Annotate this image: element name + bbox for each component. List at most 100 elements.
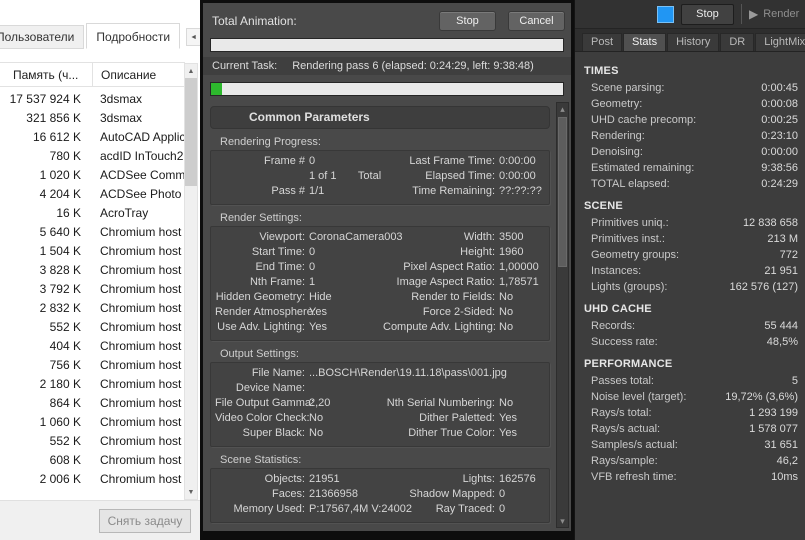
task-manager-footer: Снять задачу [0,500,200,540]
stat-label: Rays/sample: [591,455,658,467]
param-value: No [499,321,514,333]
task-description: Chromium host e [100,452,184,467]
task-description: Chromium host e [100,338,184,353]
scrollbar-up-icon[interactable]: ▲ [188,64,195,78]
tab-details[interactable]: Подробности [86,23,181,49]
column-header-memory[interactable]: Память (ч... [0,63,93,86]
tab-post[interactable]: Post [582,33,623,51]
dialog-scrollbar-thumb[interactable] [558,117,567,267]
param-row: Start Time: 0 Height: 1960 [215,245,543,260]
stat-label: Rendering: [591,130,645,142]
tab-scroll-left-icon[interactable]: ◄ [187,29,200,45]
param-value: No [499,306,514,318]
task-description: Chromium host e [100,243,184,258]
task-row[interactable]: 2 006 K Chromium host e [0,469,184,488]
task-row[interactable]: 1 020 K ACDSee Commar [0,165,184,184]
corona-stop-button[interactable]: Stop [681,3,734,25]
stop-button[interactable]: Stop [439,11,496,31]
tab-stats[interactable]: Stats [623,33,667,51]
param-value: 1,78571 [499,276,539,288]
stat-row: VFB refresh time: 10ms [584,469,798,485]
task-memory: 780 K [49,148,81,163]
tab-lightmix[interactable]: LightMix [755,33,805,51]
param-value: 0:00:00 [499,155,536,167]
task-row[interactable]: 17 537 924 K 3dsmax [0,89,184,108]
task-row[interactable]: 404 K Chromium host e [0,336,184,355]
task-description: ACDSee Commar [100,167,184,182]
stat-label: Primitives inst.: [591,233,665,245]
task-row[interactable]: 608 K Chromium host e [0,450,184,469]
stats-section-title: TIMES [584,65,619,77]
dialog-scrollbar-up-icon[interactable]: ▴ [560,103,565,115]
stat-row: Success rate: 48,5% [584,334,798,350]
stat-value: 10ms [771,471,798,483]
task-row[interactable]: 780 K acdID InTouch2 [0,146,184,165]
stat-value: 19,72% (3,6%) [725,391,798,403]
stat-value: 1 293 199 [749,407,798,419]
param-row: 1 of 1 Total Elapsed Time: 0:00:00 [215,169,543,184]
blue-swatch-icon[interactable] [657,5,674,23]
task-row[interactable]: 16 612 K AutoCAD Applica [0,127,184,146]
task-row[interactable]: 3 828 K Chromium host e [0,260,184,279]
scrollbar-down-icon[interactable]: ▼ [188,485,195,499]
corona-render-button[interactable]: ▶ Render [749,7,805,21]
tab-users[interactable]: Пользователи [0,25,85,49]
param-label: Force 2-Sided: [422,306,495,318]
task-row[interactable]: 1 504 K Chromium host e [0,241,184,260]
task-row[interactable]: 756 K Chromium host e [0,355,184,374]
task-row[interactable]: 2 832 K Chromium host e [0,298,184,317]
param-label: Compute Adv. Lighting: [383,321,496,333]
param-value: 0:00:00 [499,170,536,182]
tab-scroll-arrows: ◄ ► [186,28,200,46]
param-row: Render Atmosphere: Yes Force 2-Sided: No [215,305,543,320]
task-row[interactable]: 3 792 K Chromium host e [0,279,184,298]
param-label: Start Time: [251,246,305,258]
stat-row: Passes total: 5 [584,373,798,389]
task-description: AcroTray [100,205,149,220]
tab-history[interactable]: History [667,33,720,51]
task-row[interactable]: 552 K Chromium host e [0,431,184,450]
stat-value: 772 [779,249,798,261]
dialog-top-row: Total Animation: Stop Cancel [203,3,571,31]
task-row[interactable]: 1 060 K Chromium host e [0,412,184,431]
dialog-scrollbar[interactable]: ▴ ▾ [556,102,569,528]
task-row[interactable]: 321 856 K 3dsmax [0,108,184,127]
dialog-scrollbar-down-icon[interactable]: ▾ [560,515,565,527]
stat-value: 0:00:08 [761,98,798,110]
task-row[interactable]: 552 K Chromium host e [0,317,184,336]
task-list-header: Память (ч... Описание [0,62,185,87]
task-row[interactable]: 16 K AcroTray [0,203,184,222]
task-row[interactable]: 864 K Chromium host e [0,393,184,412]
param-label: Lights: [462,473,495,485]
stat-label: Denoising: [591,146,643,158]
param-value [309,381,543,396]
scrollbar-thumb[interactable] [185,78,197,186]
param-label: Objects: [264,473,305,485]
current-task-progress-fill [211,83,222,95]
corona-stats: TIMES Scene parsing: 0:00:45 Geometry: 0:00:… [575,52,805,485]
play-icon: ▶ [749,7,759,21]
param-label: Width: [463,231,495,243]
corona-vfb-panel: Stop ▶ Render Post Stats History DR LightMix… [574,0,805,540]
param-row: Pass # 1/1 Time Remaining:??:??:?? [215,184,543,199]
cancel-button[interactable]: Cancel [508,11,565,31]
task-row[interactable]: 5 640 K Chromium host e [0,222,184,241]
section-title: Output Settings: [220,348,299,360]
task-row[interactable]: 2 180 K Chromium host e [0,374,184,393]
param-label: Nth Frame: [249,276,305,288]
corona-toolbar: Stop ▶ Render [575,0,805,29]
param-label: Pass # [271,185,305,197]
param-value: 0 [309,246,316,258]
task-row[interactable]: 4 204 K ACDSee Photo Stu [0,184,184,203]
param-value: No [309,427,324,439]
param-value: 1 [309,276,316,288]
common-parameters-rollout[interactable]: Common Parameters [210,106,550,129]
tab-dr[interactable]: DR [720,33,755,51]
task-memory: 16 K [56,205,81,220]
task-memory: 1 060 K [39,414,81,429]
end-task-button[interactable]: Снять задачу [99,509,191,533]
task-list-scrollbar[interactable]: ▲ ▼ [184,63,198,500]
column-header-description[interactable]: Описание [93,63,185,86]
task-description: acdID InTouch2 [100,148,184,163]
section-box: Viewport: CoronaCamera003 Width: 3500 Start … [210,226,550,341]
